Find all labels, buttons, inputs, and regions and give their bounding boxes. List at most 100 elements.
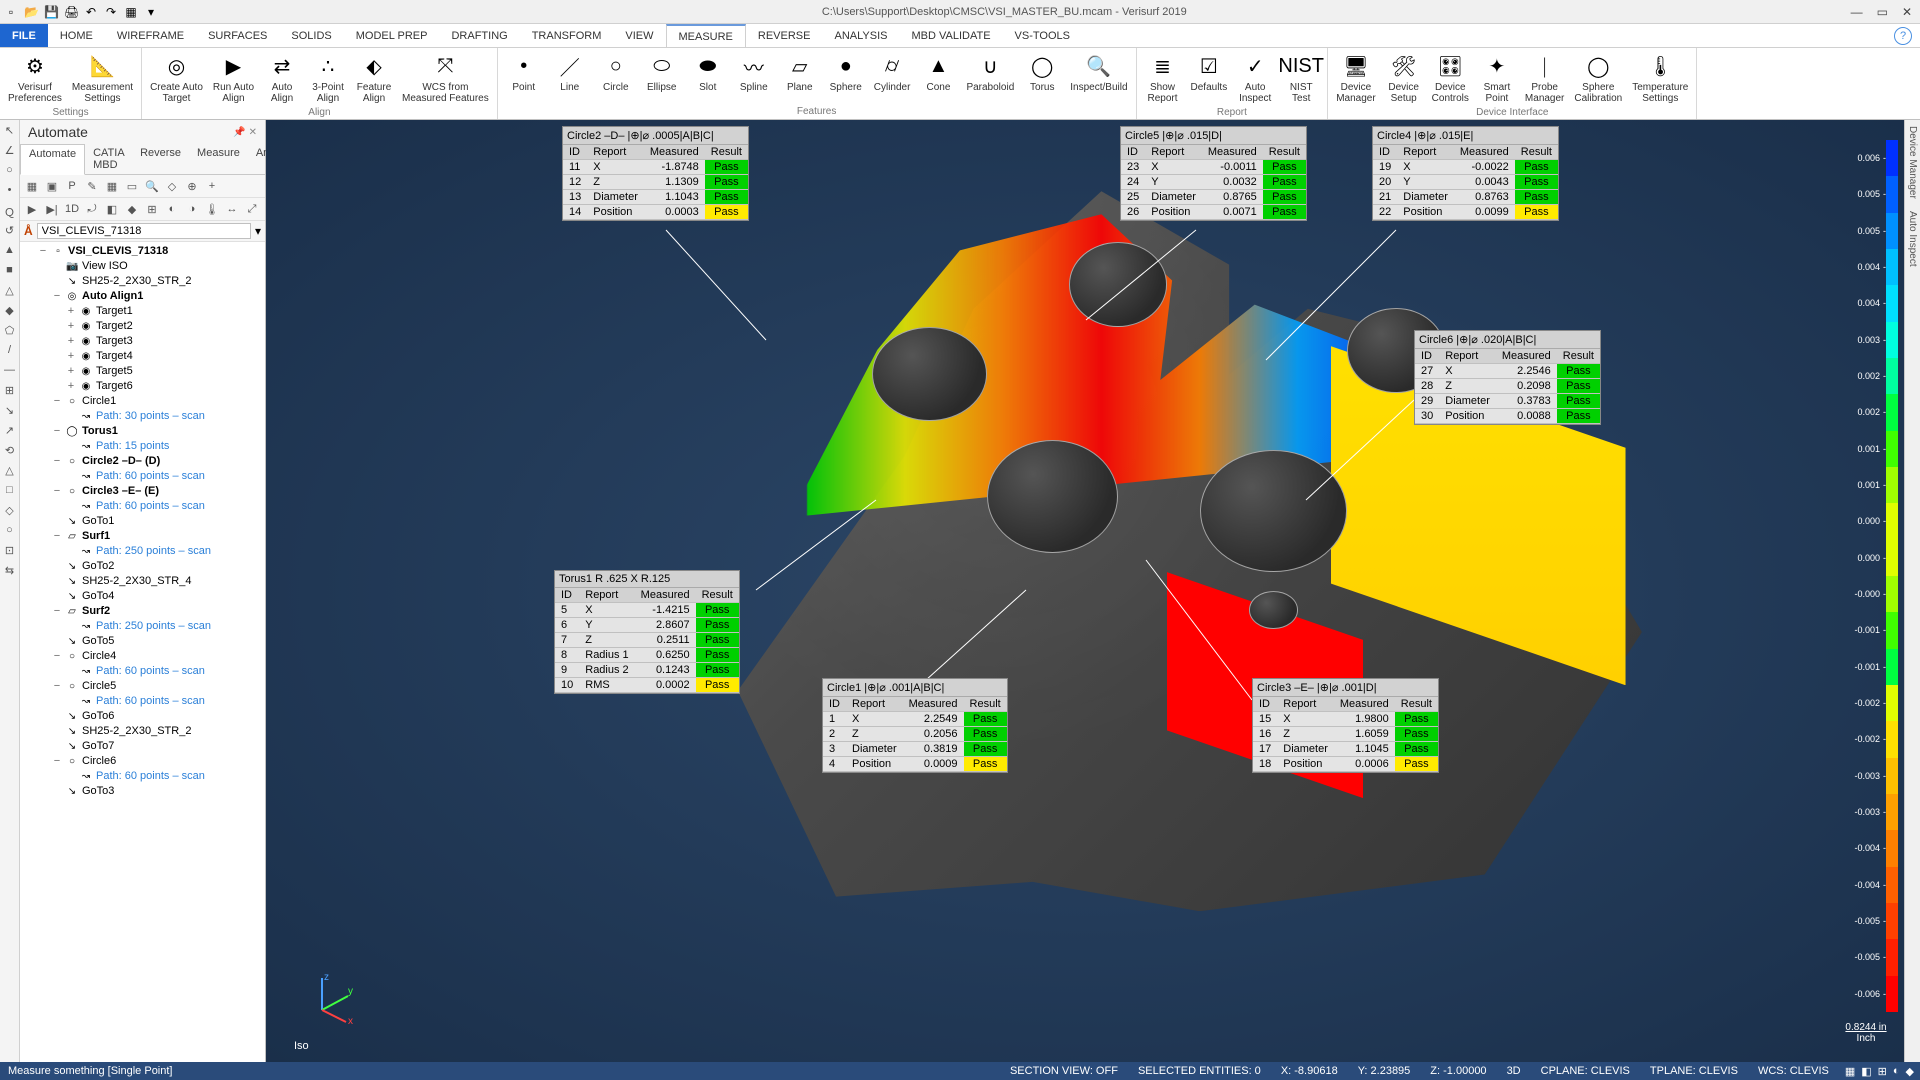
panel-tb1-btn-7[interactable]: ◇: [164, 178, 180, 194]
right-tab-auto-inspect[interactable]: Auto Inspect: [1907, 211, 1918, 267]
ribbon-device-manager[interactable]: 🖥Device Manager: [1332, 50, 1379, 106]
left-tool-16[interactable]: ⟲: [3, 444, 17, 458]
panel-tab-automate[interactable]: Automate: [20, 144, 85, 175]
panel-tab-reverse[interactable]: Reverse: [132, 144, 189, 174]
ribbon-wcs-from-measured-features[interactable]: ⤧WCS from Measured Features: [398, 50, 493, 106]
ribbon-cylinder[interactable]: ⌭Cylinder: [870, 50, 915, 95]
tree-row[interactable]: ↘GoTo1: [20, 514, 265, 529]
status-tplane[interactable]: TPLANE: CLEVIS: [1640, 1065, 1748, 1077]
tree-row[interactable]: +◉Target2: [20, 319, 265, 334]
close-icon[interactable]: ✕: [1902, 5, 1912, 19]
ribbon-nist-test[interactable]: NISTNIST Test: [1279, 50, 1323, 106]
ribbon-verisurf-preferences[interactable]: ⚙Verisurf Preferences: [4, 50, 66, 106]
ribbon-3-point-align[interactable]: ∴3-Point Align: [306, 50, 350, 106]
tree-row[interactable]: −▱Surf2: [20, 604, 265, 619]
ribbon-sphere-calibration[interactable]: ◯Sphere Calibration: [1570, 50, 1626, 106]
tab-view[interactable]: VIEW: [613, 24, 665, 47]
panel-tb1-btn-2[interactable]: P: [64, 178, 80, 194]
tree-expander-icon[interactable]: −: [52, 604, 62, 619]
ribbon-device-controls[interactable]: 🎛Device Controls: [1428, 50, 1473, 106]
ribbon-line[interactable]: ／Line: [548, 50, 592, 95]
tree-row[interactable]: ↘GoTo6: [20, 709, 265, 724]
qat-undo-icon[interactable]: ↶: [84, 5, 98, 19]
panel-tb2-btn-1[interactable]: ▶|: [44, 201, 60, 217]
tree-row[interactable]: ↝Path: 250 points – scan: [20, 619, 265, 634]
panel-tb2-btn-8[interactable]: ◑: [184, 201, 200, 217]
tree-expander-icon[interactable]: +: [66, 349, 76, 364]
left-tool-18[interactable]: □: [3, 484, 17, 498]
callout-c5[interactable]: Circle5 |⊕|⌀ .015|D|IDReportMeasuredResu…: [1120, 126, 1307, 221]
ribbon-spline[interactable]: 〰Spline: [732, 50, 776, 95]
tree-row[interactable]: ↝Path: 60 points – scan: [20, 694, 265, 709]
coord-dropdown-icon[interactable]: ▾: [255, 224, 261, 238]
tree-row[interactable]: ↘GoTo7: [20, 739, 265, 754]
tree-row[interactable]: +◉Target4: [20, 349, 265, 364]
viewport-3d[interactable]: Circle2 –D– |⊕|⌀ .0005|A|B|C|IDReportMea…: [266, 120, 1904, 1062]
status-icon-3[interactable]: ⊞: [1878, 1065, 1887, 1078]
panel-tb1-btn-1[interactable]: ▣: [44, 178, 60, 194]
tree-expander-icon[interactable]: −: [52, 289, 62, 304]
panel-tb2-btn-3[interactable]: ⤾: [84, 201, 100, 217]
qat-more-icon[interactable]: ▾: [144, 5, 158, 19]
tab-reverse[interactable]: REVERSE: [746, 24, 823, 47]
tab-solids[interactable]: SOLIDS: [279, 24, 343, 47]
qat-grid-icon[interactable]: ▦: [124, 5, 138, 19]
tree-row[interactable]: −○Circle2 –D– (D): [20, 454, 265, 469]
panel-tb2-btn-2[interactable]: 1D: [64, 201, 80, 217]
ribbon-auto-align[interactable]: ⇄Auto Align: [260, 50, 304, 106]
tree-row[interactable]: ↘SH25-2_2X30_STR_2: [20, 274, 265, 289]
tab-surfaces[interactable]: SURFACES: [196, 24, 279, 47]
tree-row[interactable]: −○Circle4: [20, 649, 265, 664]
ribbon-plane[interactable]: ▱Plane: [778, 50, 822, 95]
minimize-icon[interactable]: —: [1851, 5, 1863, 19]
tree-row[interactable]: ↘SH25-2_2X30_STR_2: [20, 724, 265, 739]
left-tool-2[interactable]: ○: [3, 164, 17, 178]
qat-new-icon[interactable]: ▫: [4, 5, 18, 19]
callout-t1[interactable]: Torus1 R .625 X R.125IDReportMeasuredRes…: [554, 570, 740, 694]
tree-expander-icon[interactable]: +: [66, 379, 76, 394]
tree-expander-icon[interactable]: −: [52, 394, 62, 409]
left-tool-8[interactable]: △: [3, 284, 17, 298]
callout-c2[interactable]: Circle2 –D– |⊕|⌀ .0005|A|B|C|IDReportMea…: [562, 126, 749, 221]
panel-tb1-btn-9[interactable]: +: [204, 178, 220, 194]
tree-row[interactable]: +◉Target5: [20, 364, 265, 379]
left-tool-5[interactable]: ↺: [3, 224, 17, 238]
left-tool-20[interactable]: ○: [3, 524, 17, 538]
tree-row[interactable]: ↝Path: 60 points – scan: [20, 499, 265, 514]
panel-tb2-btn-5[interactable]: ◆: [124, 201, 140, 217]
panel-tb2-btn-0[interactable]: ▶: [24, 201, 40, 217]
tree-expander-icon[interactable]: +: [66, 364, 76, 379]
panel-tb2-btn-4[interactable]: ◧: [104, 201, 120, 217]
ribbon-inspect/build[interactable]: 🔍Inspect/Build: [1066, 50, 1131, 95]
tab-drafting[interactable]: DRAFTING: [439, 24, 519, 47]
status-icon-4[interactable]: ◐: [1893, 1065, 1900, 1078]
tree-row[interactable]: −○Circle6: [20, 754, 265, 769]
ribbon-slot[interactable]: ⬬Slot: [686, 50, 730, 95]
panel-tb1-btn-8[interactable]: ⊕: [184, 178, 200, 194]
panel-tb1-btn-5[interactable]: ▭: [124, 178, 140, 194]
callout-c4[interactable]: Circle4 |⊕|⌀ .015|E|IDReportMeasuredResu…: [1372, 126, 1559, 221]
callout-c1[interactable]: Circle1 |⊕|⌀ .001|A|B|C|IDReportMeasured…: [822, 678, 1008, 773]
tree-expander-icon[interactable]: +: [66, 319, 76, 334]
left-tool-7[interactable]: ■: [3, 264, 17, 278]
tree-expander-icon[interactable]: −: [52, 484, 62, 499]
ribbon-defaults[interactable]: ☑Defaults: [1187, 50, 1232, 95]
tree-expander-icon[interactable]: −: [52, 679, 62, 694]
panel-tab-measure[interactable]: Measure: [189, 144, 248, 174]
tab-model-prep[interactable]: MODEL PREP: [344, 24, 440, 47]
tree-row[interactable]: ↝Path: 60 points – scan: [20, 469, 265, 484]
left-tool-13[interactable]: ⊞: [3, 384, 17, 398]
tab-measure[interactable]: MEASURE: [666, 24, 746, 47]
tab-wireframe[interactable]: WIREFRAME: [105, 24, 196, 47]
ribbon-probe-manager[interactable]: ｜Probe Manager: [1521, 50, 1568, 106]
tree-row[interactable]: ↝Path: 250 points – scan: [20, 544, 265, 559]
ribbon-run-auto-align[interactable]: ▶Run Auto Align: [209, 50, 258, 106]
panel-tb1-btn-4[interactable]: ▦: [104, 178, 120, 194]
plan-tree[interactable]: −▫VSI_CLEVIS_71318📷View ISO↘SH25-2_2X30_…: [20, 242, 265, 1062]
ribbon-show-report[interactable]: ≣Show Report: [1141, 50, 1185, 106]
ribbon-temperature-settings[interactable]: 🌡Temperature Settings: [1628, 50, 1692, 106]
ribbon-create-auto-target[interactable]: ◎Create Auto Target: [146, 50, 207, 106]
tab-vs-tools[interactable]: VS-TOOLS: [1003, 24, 1082, 47]
tree-row[interactable]: −○Circle5: [20, 679, 265, 694]
panel-tb2-btn-9[interactable]: 🌡: [204, 201, 220, 217]
